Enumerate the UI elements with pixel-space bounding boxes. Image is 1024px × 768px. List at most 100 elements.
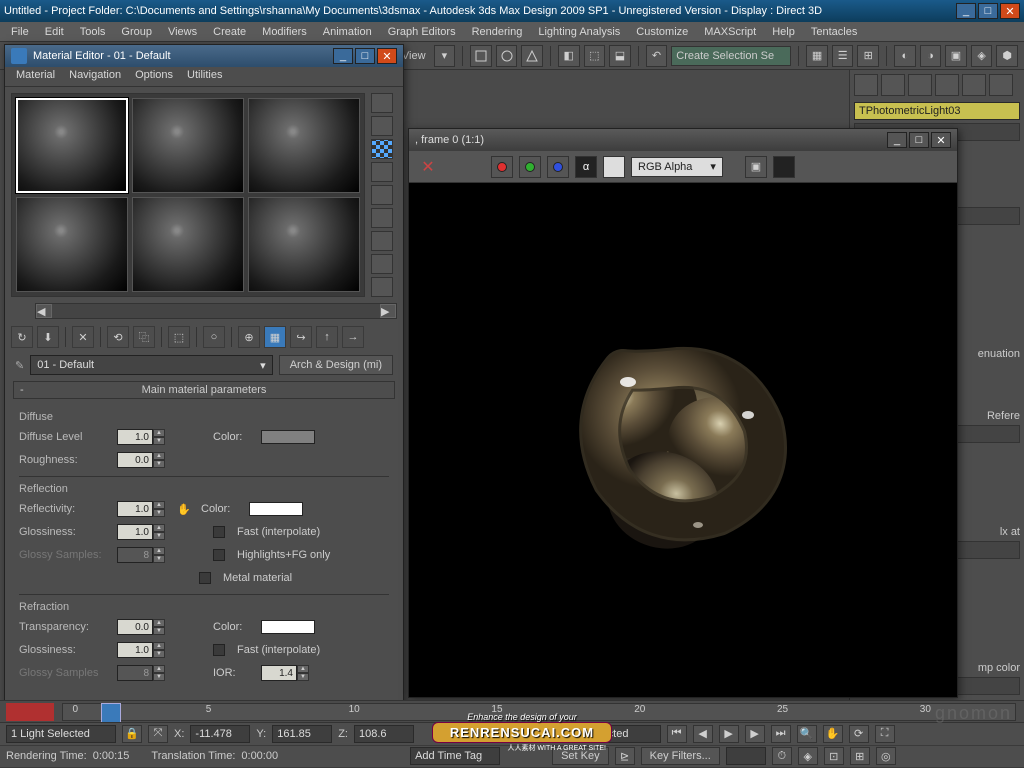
roughness-spinner[interactable]: 0.0▲▼ [117, 452, 167, 468]
goto-start-button[interactable]: ⏮ [667, 725, 687, 743]
menu-create[interactable]: Create [206, 24, 253, 40]
nav-btn[interactable]: ◈ [798, 747, 818, 765]
minimize-button[interactable]: _ [956, 3, 976, 19]
menu-customize[interactable]: Customize [629, 24, 695, 40]
scroll-right-button[interactable]: ▶ [380, 304, 396, 318]
sample-uv-button[interactable] [371, 162, 393, 182]
toolbar-btn[interactable]: ⬚ [584, 45, 606, 67]
background-button[interactable] [371, 139, 393, 159]
toolbar-btn[interactable]: ⊞ [857, 45, 879, 67]
menu-group[interactable]: Group [114, 24, 159, 40]
prev-frame-button[interactable]: ◀ [693, 725, 713, 743]
scroll-left-button[interactable]: ◀ [36, 304, 52, 318]
render-minimize-button[interactable]: _ [887, 132, 907, 148]
lock-icon[interactable]: 🔒 [122, 725, 142, 743]
menu-lighting[interactable]: Lighting Analysis [531, 24, 627, 40]
nav-maximize-button[interactable]: ⛶ [875, 725, 895, 743]
channel-mono-button[interactable] [603, 156, 625, 178]
make-preview-button[interactable] [371, 208, 393, 228]
play-button[interactable]: ▶ [719, 725, 739, 743]
nav-orbit-button[interactable]: ⟳ [849, 725, 869, 743]
panel-tab-display[interactable] [962, 74, 986, 96]
key-filters-button[interactable]: Key Filters... [641, 747, 720, 765]
channel-alpha-button[interactable]: α [575, 156, 597, 178]
toolbar-btn[interactable]: ↶ [646, 45, 668, 67]
mat-minimize-button[interactable]: _ [333, 48, 353, 64]
material-slot-1[interactable] [16, 98, 128, 193]
diffuse-level-spinner[interactable]: 1.0▲▼ [117, 429, 167, 445]
selection-set-input[interactable] [671, 46, 791, 66]
put-to-library-button[interactable]: ○ [203, 326, 225, 348]
toolbar-btn[interactable] [470, 45, 492, 67]
material-slot-2[interactable] [132, 98, 244, 193]
mat-menu-utilities[interactable]: Utilities [180, 67, 229, 86]
x-coord-field[interactable]: -11.478 [190, 725, 250, 743]
mat-menu-material[interactable]: Material [9, 67, 62, 86]
channel-green-button[interactable] [519, 156, 541, 178]
panel-tab-motion[interactable] [935, 74, 959, 96]
reflection-color-swatch[interactable] [249, 502, 303, 516]
refraction-fast-interpolate-checkbox[interactable] [213, 644, 225, 656]
toolbar-btn[interactable] [521, 45, 543, 67]
material-type-button[interactable]: Arch & Design (mi) [279, 355, 393, 375]
diffuse-color-swatch[interactable] [261, 430, 315, 444]
z-coord-field[interactable]: 108.6 [354, 725, 414, 743]
menu-modifiers[interactable]: Modifiers [255, 24, 314, 40]
material-map-navigator-button[interactable] [371, 277, 393, 297]
toolbar-btn[interactable]: ◧ [558, 45, 580, 67]
menu-tentacles[interactable]: Tentacles [804, 24, 864, 40]
fast-interpolate-checkbox[interactable] [213, 526, 225, 538]
menu-rendering[interactable]: Rendering [465, 24, 530, 40]
sample-type-button[interactable] [371, 93, 393, 113]
toolbar-btn[interactable]: ▾ [434, 45, 456, 67]
make-copy-button[interactable]: ⿻ [133, 326, 155, 348]
material-slot-3[interactable] [248, 98, 360, 193]
material-name-dropdown[interactable]: 01 - Default▾ [30, 355, 272, 375]
close-button[interactable]: ✕ [1000, 3, 1020, 19]
timeline-key-indicator[interactable] [6, 703, 54, 721]
nav-btn[interactable]: ⊡ [824, 747, 844, 765]
menu-file[interactable]: File [4, 24, 36, 40]
object-name-field[interactable]: TPhotometricLight03 [854, 102, 1020, 120]
reflectivity-spinner[interactable]: 1.0▲▼ [117, 501, 167, 517]
menu-help[interactable]: Help [765, 24, 802, 40]
video-check-button[interactable] [371, 185, 393, 205]
go-to-parent-button[interactable]: ↑ [316, 326, 338, 348]
mat-menu-options[interactable]: Options [128, 67, 180, 86]
mat-maximize-button[interactable]: □ [355, 48, 375, 64]
refraction-glossiness-spinner[interactable]: 1.0▲▼ [117, 642, 167, 658]
panel-tab-create[interactable] [854, 74, 878, 96]
highlights-fg-checkbox[interactable] [213, 549, 225, 561]
assign-material-button[interactable]: ✕ [72, 326, 94, 348]
make-unique-button[interactable]: ⬚ [168, 326, 190, 348]
menu-grapheditors[interactable]: Graph Editors [381, 24, 463, 40]
ior-spinner[interactable]: 1.4▲▼ [261, 665, 311, 681]
clear-button[interactable] [773, 156, 795, 178]
options-button[interactable] [371, 231, 393, 251]
material-editor-titlebar[interactable]: Material Editor - 01 - Default _ □ ✕ [5, 45, 403, 67]
nav-zoom-button[interactable]: 🔍 [797, 725, 817, 743]
goto-end-button[interactable]: ⏭ [771, 725, 791, 743]
refraction-color-swatch[interactable] [261, 620, 315, 634]
nav-pan-button[interactable]: ✋ [823, 725, 843, 743]
toolbar-btn[interactable]: ◈ [971, 45, 993, 67]
current-frame-field[interactable] [726, 747, 766, 765]
menu-tools[interactable]: Tools [73, 24, 113, 40]
menu-animation[interactable]: Animation [316, 24, 379, 40]
render-maximize-button[interactable]: □ [909, 132, 929, 148]
render-cancel-button[interactable]: ✕ [417, 156, 439, 178]
time-config-button[interactable]: ⏱ [772, 747, 792, 765]
material-id-button[interactable]: ⊕ [238, 326, 260, 348]
reset-button[interactable]: ⟲ [107, 326, 129, 348]
show-end-result-button[interactable]: ↪ [290, 326, 312, 348]
toolbar-btn[interactable] [496, 45, 518, 67]
rollout-main-params[interactable]: -Main material parameters [13, 381, 395, 399]
mat-close-button[interactable]: ✕ [377, 48, 397, 64]
toolbar-btn[interactable]: ⬓ [609, 45, 631, 67]
channel-blue-button[interactable] [547, 156, 569, 178]
panel-tab-modify[interactable] [881, 74, 905, 96]
toolbar-btn[interactable]: ▦ [806, 45, 828, 67]
menu-views[interactable]: Views [161, 24, 204, 40]
render-close-button[interactable]: ✕ [931, 132, 951, 148]
get-material-button[interactable]: ↻ [11, 326, 33, 348]
